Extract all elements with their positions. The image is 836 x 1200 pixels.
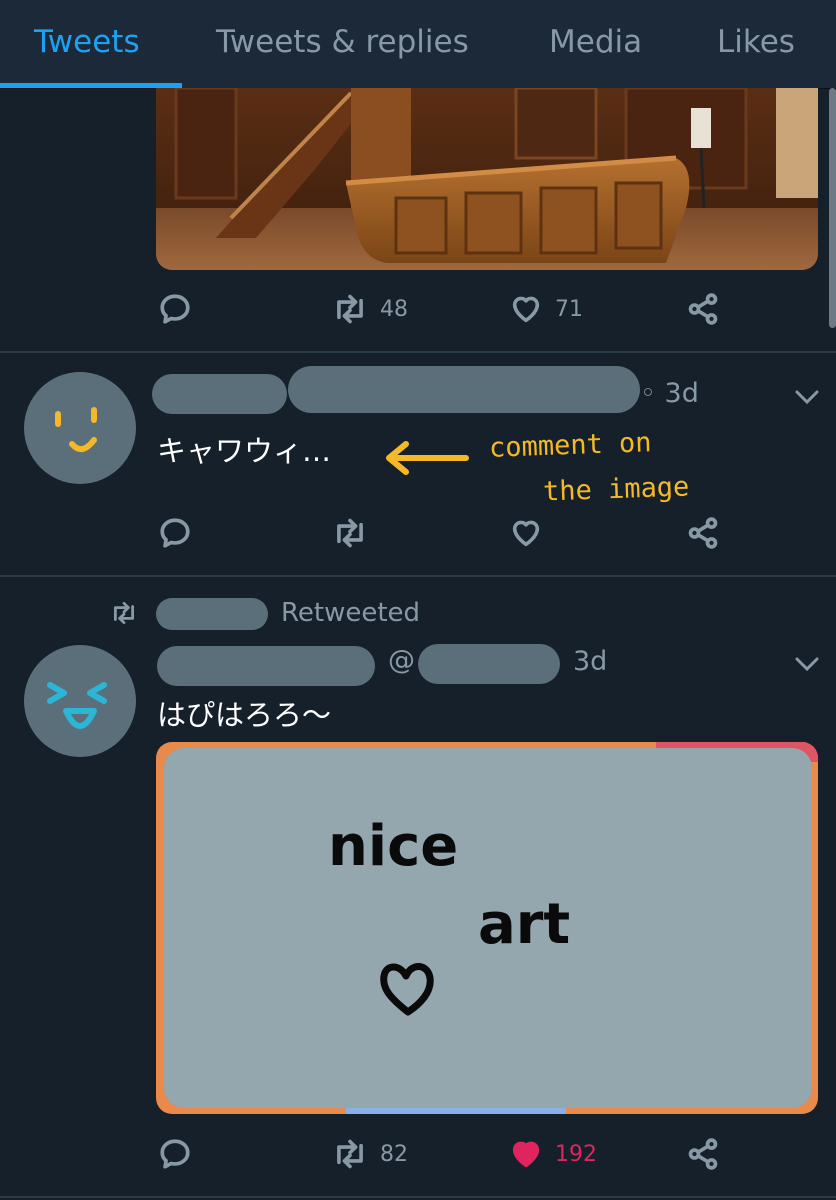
tweet-divider [0, 351, 836, 353]
active-tab-indicator [0, 83, 182, 88]
reply-icon [160, 294, 190, 324]
smiley-face-drawing [55, 407, 97, 453]
tweet-text: はぴはろろ〜 [157, 698, 332, 732]
annotation-arrow [384, 440, 470, 480]
redacted-handle [418, 644, 560, 684]
retweeted-indicator [110, 600, 138, 626]
reply-button[interactable] [158, 292, 192, 326]
share-button[interactable] [686, 516, 720, 550]
tweet-menu-button[interactable] [794, 388, 820, 410]
tweet-media-image[interactable] [156, 88, 818, 270]
left-arrow-icon [386, 441, 469, 475]
reply-button[interactable] [158, 1137, 192, 1171]
redacted-handle [288, 366, 640, 413]
heart-icon [512, 520, 540, 547]
retweet-icon [337, 1139, 363, 1169]
like-count: 71 [555, 296, 583, 322]
retweeted-label: Retweeted [281, 598, 421, 628]
retweet-icon [337, 518, 363, 548]
chevron-down-icon [795, 657, 819, 672]
heart-filled-icon [512, 1141, 540, 1168]
retweet-count: 48 [380, 296, 408, 322]
reply-icon [160, 518, 190, 548]
share-icon [688, 293, 718, 325]
tweet-divider [0, 575, 836, 577]
heart-drawing-icon [380, 963, 434, 1016]
retweet-button[interactable] [332, 516, 368, 550]
redacted-display-name [152, 374, 287, 414]
tab-likes[interactable]: Likes [717, 0, 795, 84]
tab-tweets[interactable]: Tweets [34, 0, 140, 84]
share-icon [688, 517, 718, 549]
retweet-button[interactable]: 82 [332, 1137, 408, 1171]
tweet-menu-button[interactable] [794, 655, 820, 677]
tweet-media-image[interactable]: nice art [156, 742, 818, 1114]
tweet-text: キャワウィ… [157, 434, 332, 468]
tweet-divider [0, 1196, 836, 1198]
chevron-down-icon [795, 390, 819, 405]
tweet-timestamp[interactable]: ◦ 3d [640, 378, 699, 409]
share-icon [688, 1138, 718, 1170]
tab-media[interactable]: Media [549, 0, 642, 84]
like-button[interactable]: 71 [509, 292, 583, 326]
redacted-retweeter-name [156, 598, 268, 630]
laughing-face-drawing [47, 682, 107, 729]
avatar[interactable] [24, 372, 136, 484]
like-button[interactable]: 192 [509, 1137, 597, 1171]
overlay-text-art: art [478, 892, 571, 957]
overlay-text-nice: nice [328, 814, 459, 879]
annotation-text-line2: the image [542, 471, 690, 508]
like-count: 192 [555, 1141, 597, 1167]
like-button[interactable] [509, 516, 543, 550]
share-button[interactable] [686, 1137, 720, 1171]
tab-tweets-and-replies[interactable]: Tweets & replies [216, 0, 469, 84]
avatar[interactable] [24, 645, 136, 757]
scrollbar[interactable] [829, 88, 836, 328]
retweet-icon [337, 294, 363, 324]
annotation-text-line1: comment on [488, 427, 653, 464]
reply-button[interactable] [158, 516, 192, 550]
redacted-display-name [157, 646, 375, 686]
retweet-count: 82 [380, 1141, 408, 1167]
tweet-timestamp[interactable]: 3d [573, 646, 607, 677]
share-button[interactable] [686, 292, 720, 326]
handle-at: @ [388, 645, 415, 676]
wooden-courtroom-photo [156, 88, 818, 270]
heart-icon [512, 296, 540, 323]
retweet-button[interactable]: 48 [332, 292, 408, 326]
retweet-icon [113, 601, 135, 625]
separator-dot: ◦ [640, 378, 665, 409]
reply-icon [160, 1139, 190, 1169]
